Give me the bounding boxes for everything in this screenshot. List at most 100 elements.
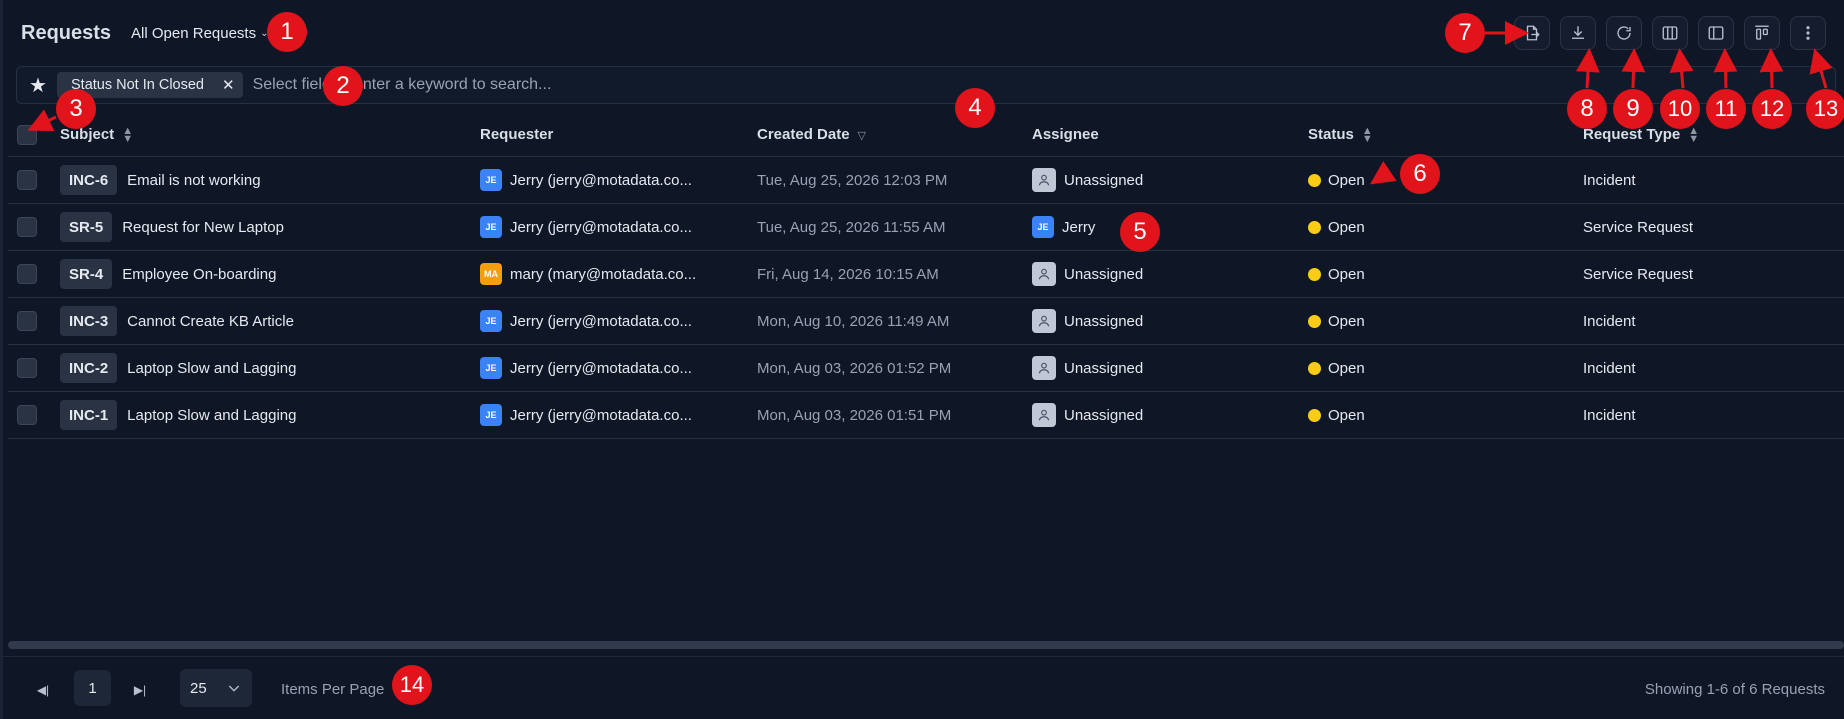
app-window: Requests All Open Requests ⌄ ★ Status No… <box>0 0 1844 719</box>
horizontal-scrollbar[interactable] <box>8 641 1844 649</box>
table-body: INC-6 Email is not working JE Jerry (jerry@… <box>8 157 1844 439</box>
status-label[interactable]: Open <box>1328 313 1365 330</box>
column-status[interactable]: Status ▲ ▼ <box>1308 125 1583 144</box>
assignee-name[interactable]: Jerry <box>1062 219 1095 236</box>
avatar: JE <box>480 357 502 379</box>
request-id[interactable]: INC-3 <box>60 306 118 336</box>
sort-icon[interactable]: ▲ ▼ <box>1362 125 1373 144</box>
filter-chip-label: Status Not In Closed <box>71 77 204 93</box>
table-row[interactable]: SR-4 Employee On-boarding MA mary (mary@mot… <box>8 251 1844 298</box>
row-checkbox[interactable] <box>17 170 37 190</box>
column-requester[interactable]: Requester <box>480 126 757 143</box>
table-row[interactable]: INC-1 Laptop Slow and Lagging JE Jerry (jer… <box>8 392 1844 439</box>
status-label[interactable]: Open <box>1328 219 1365 236</box>
avatar: JE <box>480 404 502 426</box>
request-subject[interactable]: Request for New Laptop <box>122 219 284 236</box>
requester-name: Jerry (jerry@motadata.co... <box>510 312 692 330</box>
requester-name: Jerry (jerry@motadata.co... <box>510 406 692 424</box>
view-selector[interactable]: All Open Requests ⌄ <box>131 25 268 42</box>
toolbar <box>1514 16 1826 50</box>
status-label[interactable]: Open <box>1328 360 1365 377</box>
request-subject[interactable]: Cannot Create KB Article <box>127 313 294 330</box>
requests-table: Subject ▲ ▼ Requester Created Date ▽ Assign… <box>8 113 1844 439</box>
request-id[interactable]: INC-6 <box>60 165 118 195</box>
column-subject[interactable]: Subject ▲ ▼ <box>60 125 480 144</box>
request-type: Service Request <box>1583 218 1694 236</box>
row-checkbox[interactable] <box>17 405 37 425</box>
assignee-name[interactable]: Unassigned <box>1064 407 1143 424</box>
close-icon[interactable]: ✕ <box>222 76 235 94</box>
created-date: Mon, Aug 03, 2026 01:52 PM <box>757 359 952 377</box>
avatar: JE <box>480 310 502 332</box>
download-button[interactable] <box>1560 16 1596 50</box>
export-button[interactable] <box>1514 16 1550 50</box>
row-checkbox[interactable] <box>17 264 37 284</box>
row-checkbox[interactable] <box>17 311 37 331</box>
annotation-marker: 7 <box>1445 13 1485 53</box>
annotation-marker: 6 <box>1400 154 1440 194</box>
per-page-select[interactable]: 25 <box>180 669 252 707</box>
request-subject[interactable]: Email is not working <box>127 172 260 189</box>
table-row[interactable]: INC-2 Laptop Slow and Lagging JE Jerry (jer… <box>8 345 1844 392</box>
annotation-marker: 4 <box>955 88 995 128</box>
more-options-button[interactable] <box>1790 16 1826 50</box>
request-id[interactable]: INC-1 <box>60 400 118 430</box>
column-request-type[interactable]: Request Type ▲ ▼ <box>1583 126 1844 145</box>
status-label[interactable]: Open <box>1328 172 1365 189</box>
sidebar-panel-button[interactable] <box>1698 16 1734 50</box>
column-assignee[interactable]: Assignee <box>1032 126 1308 143</box>
annotation-marker: 12 <box>1752 89 1792 129</box>
request-id[interactable]: SR-5 <box>60 212 113 242</box>
table-row[interactable]: SR-5 Request for New Laptop JE Jerry (jerry… <box>8 204 1844 251</box>
sort-icon[interactable]: ▲ ▼ <box>122 125 133 144</box>
column-created-date[interactable]: Created Date ▽ <box>757 126 1032 143</box>
sort-icon[interactable]: ▲ ▼ <box>1688 126 1699 145</box>
last-page-icon[interactable]: ▶| <box>127 677 153 703</box>
sidebar-panel-icon <box>1708 26 1724 40</box>
star-icon[interactable]: ★ <box>27 73 49 98</box>
layout-icon <box>1755 25 1769 40</box>
avatar: MA <box>480 263 502 285</box>
current-page[interactable]: 1 <box>74 670 111 706</box>
request-subject[interactable]: Laptop Slow and Lagging <box>127 407 296 424</box>
request-id[interactable]: SR-4 <box>60 259 113 289</box>
first-page-icon[interactable]: ◀​| <box>30 677 56 703</box>
pagination-footer: ◀​| 1 ▶| 25 Items Per Page Showing 1-6 o… <box>3 656 1844 719</box>
columns-button[interactable] <box>1652 16 1688 50</box>
assignee-name[interactable]: Unassigned <box>1064 172 1143 189</box>
avatar: JE <box>480 216 502 238</box>
status-dot <box>1308 408 1321 422</box>
avatar: JE <box>1032 216 1054 238</box>
table-row[interactable]: INC-3 Cannot Create KB Article JE Jerry (je… <box>8 298 1844 345</box>
request-subject[interactable]: Laptop Slow and Lagging <box>127 360 296 377</box>
export-icon <box>1526 25 1540 41</box>
annotation-marker: 8 <box>1567 89 1607 129</box>
request-type: Incident <box>1583 312 1636 330</box>
assignee-name[interactable]: Unassigned <box>1064 360 1143 377</box>
request-type: Incident <box>1583 406 1636 424</box>
layout-button[interactable] <box>1744 16 1780 50</box>
request-type: Service Request <box>1583 265 1694 283</box>
annotation-marker: 11 <box>1706 89 1746 129</box>
created-date: Mon, Aug 10, 2026 11:49 AM <box>757 312 950 330</box>
column-label: Status <box>1308 126 1354 143</box>
select-all-checkbox[interactable] <box>17 124 37 145</box>
assignee-name[interactable]: Unassigned <box>1064 313 1143 330</box>
row-checkbox[interactable] <box>17 217 37 237</box>
status-label[interactable]: Open <box>1328 266 1365 283</box>
page-header: Requests All Open Requests ⌄ <box>21 18 269 48</box>
user-icon <box>1032 168 1056 192</box>
refresh-button[interactable] <box>1606 16 1642 50</box>
request-subject[interactable]: Employee On-boarding <box>122 266 276 283</box>
requester-name: Jerry (jerry@motadata.co... <box>510 218 692 236</box>
sort-down-icon[interactable]: ▽ <box>858 129 866 142</box>
avatar: JE <box>480 169 502 191</box>
assignee-name[interactable]: Unassigned <box>1064 266 1143 283</box>
row-checkbox[interactable] <box>17 358 37 378</box>
per-page-value: 25 <box>190 679 207 697</box>
request-type: Incident <box>1583 359 1636 377</box>
table-row[interactable]: INC-6 Email is not working JE Jerry (jerry@… <box>8 157 1844 204</box>
status-label[interactable]: Open <box>1328 407 1365 424</box>
request-id[interactable]: INC-2 <box>60 353 118 383</box>
annotation-marker: 1 <box>267 12 307 52</box>
